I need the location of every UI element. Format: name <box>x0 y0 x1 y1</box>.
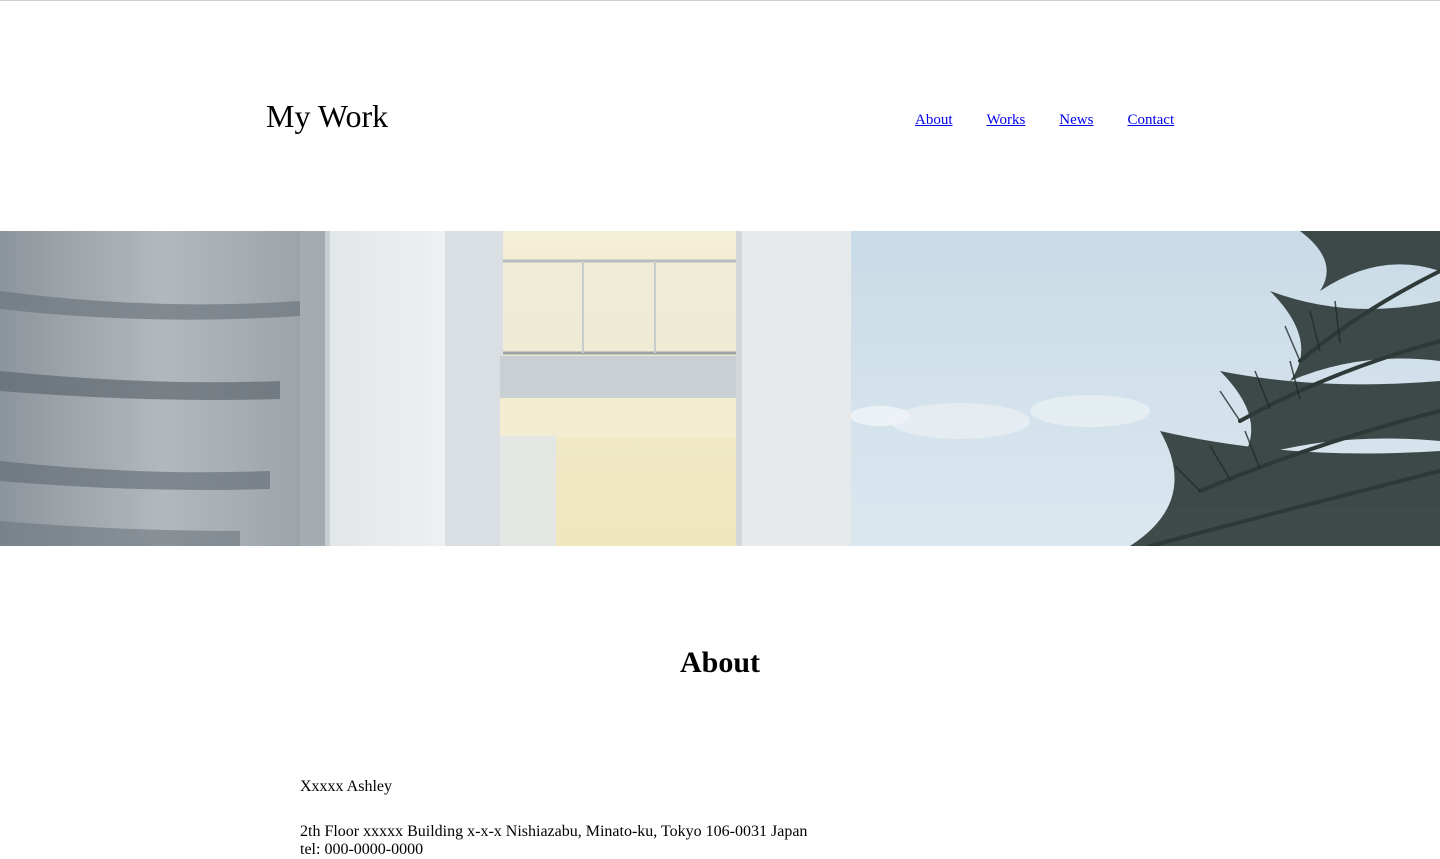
nav-link-works[interactable]: Works <box>987 111 1026 129</box>
nav-link-news[interactable]: News <box>1059 111 1093 129</box>
site-title[interactable]: My Work <box>266 96 388 136</box>
main-nav: About Works News Contact <box>915 111 1174 129</box>
hero-image <box>0 231 1440 546</box>
nav-link-contact[interactable]: Contact <box>1127 111 1174 129</box>
about-name: Xxxxx Ashley <box>300 778 392 795</box>
site-header: My Work About Works News Contact <box>0 1 1440 231</box>
nav-link-about[interactable]: About <box>915 111 953 129</box>
about-heading: About <box>679 646 761 679</box>
about-address: 2th Floor xxxxx Building x-x-x Nishiazab… <box>300 823 808 840</box>
about-tel: tel: 000-0000-0000 <box>300 841 424 858</box>
about-contact-info: 2th Floor xxxxx Building x-x-x Nishiazab… <box>300 823 807 859</box>
